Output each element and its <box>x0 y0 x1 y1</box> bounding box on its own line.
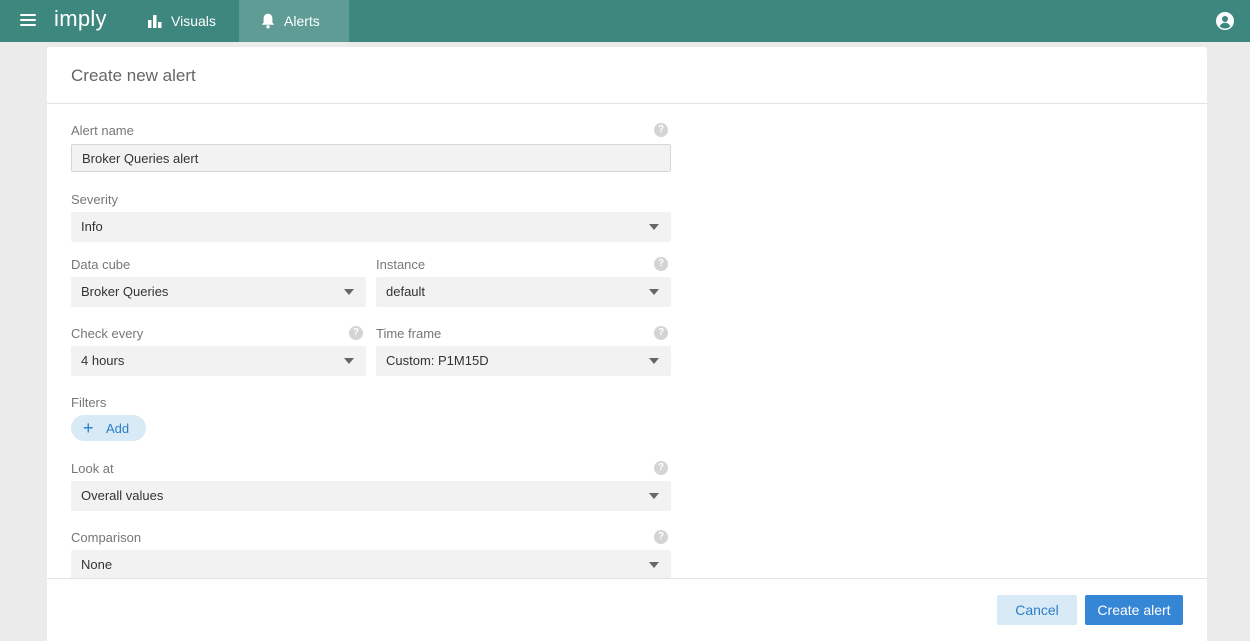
top-bar: imply Visuals Alerts <box>0 0 1250 42</box>
cancel-button[interactable]: Cancel <box>997 595 1077 625</box>
check-every-value: 4 hours <box>81 353 125 368</box>
severity-label: Severity <box>71 192 118 207</box>
chevron-down-icon <box>344 289 354 295</box>
tab-visuals[interactable]: Visuals <box>132 0 239 42</box>
add-filter-label: Add <box>106 421 130 436</box>
bar-chart-icon <box>148 15 162 28</box>
instance-label: Instance <box>376 257 426 272</box>
time-frame-label: Time frame <box>376 326 442 341</box>
comparison-help-icon[interactable]: ? <box>654 530 668 544</box>
instance-value: default <box>386 284 426 299</box>
tab-visuals-label: Visuals <box>171 13 216 29</box>
chevron-down-icon <box>649 358 659 364</box>
chevron-down-icon <box>649 224 659 230</box>
user-circle-icon[interactable] <box>1216 12 1234 30</box>
create-alert-panel: Create new alert Alert name ? Severity I… <box>47 47 1207 641</box>
filters-label: Filters <box>71 395 107 410</box>
comparison-label: Comparison <box>71 530 142 545</box>
imply-logo[interactable]: imply <box>54 6 107 32</box>
plus-icon: + <box>83 418 94 438</box>
look-at-value: Overall values <box>81 488 164 503</box>
severity-value: Info <box>81 219 103 234</box>
look-at-label: Look at <box>71 461 114 476</box>
check-every-label: Check every <box>71 326 144 341</box>
time-frame-value: Custom: P1M15D <box>386 353 489 368</box>
time-frame-help-icon[interactable]: ? <box>654 326 668 340</box>
panel-footer: Cancel Create alert <box>47 578 1207 641</box>
instance-select[interactable]: default <box>376 277 671 307</box>
time-frame-select[interactable]: Custom: P1M15D <box>376 346 671 376</box>
alert-name-input[interactable] <box>71 144 671 172</box>
chevron-down-icon <box>344 358 354 364</box>
chevron-down-icon <box>649 493 659 499</box>
tab-alerts-label: Alerts <box>284 13 320 29</box>
comparison-value: None <box>81 557 113 572</box>
create-alert-button[interactable]: Create alert <box>1085 595 1183 625</box>
data-cube-value: Broker Queries <box>81 284 169 299</box>
chevron-down-icon <box>649 289 659 295</box>
chevron-down-icon <box>649 562 659 568</box>
hamburger-menu-icon[interactable] <box>20 14 36 28</box>
data-cube-select[interactable]: Broker Queries <box>71 277 366 307</box>
page-title: Create new alert <box>71 66 196 85</box>
look-at-help-icon[interactable]: ? <box>654 461 668 475</box>
alert-name-help-icon[interactable]: ? <box>654 123 668 137</box>
data-cube-label: Data cube <box>71 257 131 272</box>
alert-name-label: Alert name <box>71 123 134 138</box>
add-filter-button[interactable]: + Add <box>71 415 146 441</box>
panel-header: Create new alert <box>47 47 1207 104</box>
comparison-select[interactable]: None <box>71 550 671 580</box>
check-every-select[interactable]: 4 hours <box>71 346 366 376</box>
tab-alerts[interactable]: Alerts <box>239 0 349 42</box>
bell-icon <box>261 13 275 29</box>
check-every-help-icon[interactable]: ? <box>349 326 363 340</box>
look-at-select[interactable]: Overall values <box>71 481 671 511</box>
instance-help-icon[interactable]: ? <box>654 257 668 271</box>
severity-select[interactable]: Info <box>71 212 671 242</box>
